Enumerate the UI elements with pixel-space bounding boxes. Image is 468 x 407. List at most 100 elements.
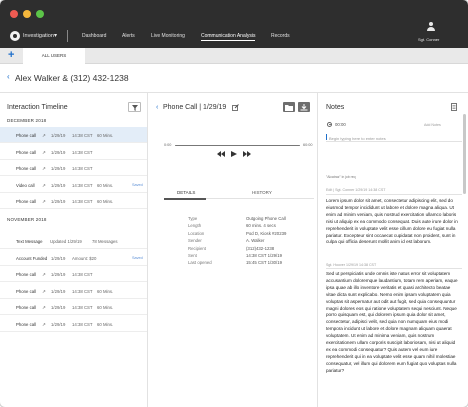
timeline-row-time: 14:38 CST xyxy=(72,149,93,155)
record-icon[interactable] xyxy=(327,121,332,127)
nav-divider xyxy=(67,30,68,42)
filter-button[interactable] xyxy=(128,102,141,112)
timeline-row[interactable]: Phone call ↗ 1/29/19 14:38 CST 60 Mins. xyxy=(0,193,147,209)
open-external-icon[interactable]: ↗ xyxy=(42,322,46,328)
window-minimize-dot[interactable] xyxy=(23,10,31,18)
timeline-title: Interaction Timeline xyxy=(7,104,68,111)
timeline-row-type: Phone call xyxy=(16,288,37,294)
timeline-row-time: 14:38 CST xyxy=(72,305,93,310)
timeline-row[interactable]: Video call ↗ 1/29/19 14:38 CST 60 Mins. Saved xyxy=(0,177,147,193)
timeline-row[interactable]: Phone call ↗ 1/29/19 14:38 CST 60 Mins. xyxy=(0,283,147,299)
detail-field-label: Length xyxy=(188,223,202,229)
open-external-icon[interactable]: ↗ xyxy=(42,199,46,205)
timeline-row-time: 14:38 CST xyxy=(72,199,93,204)
detail-back-icon[interactable]: ‹ xyxy=(156,104,158,111)
nav-dashboard[interactable]: Dashboard xyxy=(82,33,106,39)
nav-communication-analysis[interactable]: Communication Analysis xyxy=(201,33,256,41)
note-text-2: Sed ut perspiciatis unde omnis iste natu… xyxy=(326,271,458,373)
rewind-icon[interactable] xyxy=(217,151,225,157)
edit-icon[interactable] xyxy=(232,104,239,111)
play-icon[interactable] xyxy=(231,151,237,157)
fast-forward-icon[interactable] xyxy=(243,151,251,157)
add-notes-link[interactable]: Add Notes xyxy=(424,123,441,127)
timeline-row-time: 14:38 CST xyxy=(72,321,93,327)
timeline-row-date: 1/29/19 xyxy=(51,272,66,277)
timeline-row-date: 1/29/19 xyxy=(51,133,66,138)
folder-icon xyxy=(285,104,293,111)
timeline-row-date: 1/29/19 xyxy=(51,182,66,188)
timeline-row-detail: 60 Mins. xyxy=(97,199,114,204)
filter-icon xyxy=(132,104,138,111)
timeline-row[interactable]: Phone call ↗ 1/29/19 14:38 CST 60 Mins. xyxy=(0,316,147,332)
timeline-row-detail: 60 Mins. xyxy=(97,321,114,327)
detail-field-value: 14:38 CST 1/29/19 xyxy=(246,253,282,258)
timeline-row-time: 14:38 CST xyxy=(72,288,93,294)
app-logo-icon xyxy=(10,31,20,41)
note-divider xyxy=(326,194,462,195)
open-external-icon[interactable]: ↗ xyxy=(42,305,46,311)
user-avatar-icon[interactable] xyxy=(426,22,435,31)
note-meta-2: Sgt. Hoover 1/29/19 14:38 CST xyxy=(326,263,377,267)
open-external-icon[interactable]: ↗ xyxy=(42,166,46,172)
timeline-row-detail: Amount: $20 xyxy=(72,255,97,261)
timeline-row-date: 1/29/19 xyxy=(51,166,66,171)
playback-end-time: 60:00 xyxy=(303,143,313,147)
timeline-row[interactable]: Account Funded 1/29/19 Amount: $20 Saved xyxy=(0,250,147,266)
chevron-down-icon[interactable]: ▾ xyxy=(54,32,57,39)
nav-alerts[interactable]: Alerts xyxy=(122,33,135,39)
timeline-row-saved: Saved xyxy=(132,255,143,260)
window-close-dot[interactable] xyxy=(10,10,18,18)
user-name[interactable]: Sgt. Conner xyxy=(418,37,439,42)
timeline-row[interactable]: Text Message Updated 1/29/19 78 Messages xyxy=(0,233,147,249)
open-external-icon[interactable]: ↗ xyxy=(42,183,46,189)
open-external-icon[interactable]: ↗ xyxy=(42,150,46,156)
detail-panel xyxy=(148,93,318,407)
detail-field-value: 15:45 CST 1/30/19 xyxy=(246,260,282,266)
folder-button[interactable] xyxy=(283,102,295,112)
tab-all-users[interactable]: ALL USERS xyxy=(23,48,85,64)
timeline-row-type: Account Funded xyxy=(16,255,48,261)
timeline-row-date: 1/29/19 xyxy=(51,305,66,310)
timeline-row-detail: 60 Mins. xyxy=(97,288,114,294)
notes-input[interactable]: Begin typing here to enter notes xyxy=(326,132,462,142)
notes-scrollbar[interactable] xyxy=(463,114,466,194)
timeline-row[interactable]: Phone call ↗ 1/29/19 14:38 CST xyxy=(0,144,147,160)
timeline-month-header: DECEMBER 2018 xyxy=(7,118,47,123)
detail-title: Phone Call | 1/29/19 xyxy=(163,104,227,111)
detail-field-value: (312)432-1238 xyxy=(246,245,275,251)
timeline-row-date: 1/29/19 xyxy=(51,288,66,294)
timeline-row[interactable]: Phone call ↗ 1/29/19 14:38 CST 60 Mins. xyxy=(0,299,147,315)
timeline-row-time: 14:38 CST xyxy=(72,272,93,277)
open-external-icon[interactable]: ↗ xyxy=(42,289,46,295)
open-external-icon[interactable]: ↗ xyxy=(42,133,46,139)
timeline-row-date: 1/29/19 xyxy=(51,255,66,261)
timeline-row-type: Phone call xyxy=(16,133,37,138)
back-chevron-icon[interactable]: ‹ xyxy=(7,72,10,81)
timeline-row-time: 14:38 CST xyxy=(72,182,93,188)
detail-field-label: Recipient xyxy=(188,245,206,251)
note-meta-1[interactable]: Edit | Sgt. Conner 1/29/19 14:38 CST xyxy=(326,188,385,192)
timeline-row-type: Phone call xyxy=(16,199,37,204)
page-title: Alex Walker & (312) 432-1238 xyxy=(15,73,129,83)
timeline-row[interactable]: Phone call ↗ 1/29/19 14:38 CST 60 Mins. xyxy=(0,127,147,143)
app-window: Investigation ▾ Dashboard Alerts Live Mo… xyxy=(0,0,468,407)
timeline-row-time: 14:38 CST xyxy=(72,166,93,171)
timeline-row[interactable]: Phone call ↗ 1/29/19 14:38 CST xyxy=(0,266,147,282)
module-selector[interactable]: Investigation xyxy=(23,33,54,39)
playback-scrubber[interactable] xyxy=(175,144,300,147)
nav-records[interactable]: Records xyxy=(271,33,290,39)
timeline-row-saved: Saved xyxy=(132,182,143,187)
tab-details[interactable]: DETAILS xyxy=(177,190,195,195)
add-tab-button[interactable]: + xyxy=(8,49,14,61)
timeline-row-time: 14:38 CST xyxy=(72,133,93,138)
notes-tag: "Alcatraz" in job req xyxy=(326,175,356,179)
tab-history[interactable]: HISTORY xyxy=(252,190,272,195)
timeline-row[interactable]: Phone call ↗ 1/29/19 14:38 CST xyxy=(0,160,147,176)
timeline-row-date: Updated 1/29/19 xyxy=(50,239,82,244)
notes-document-icon[interactable] xyxy=(451,103,457,111)
nav-live-monitoring[interactable]: Live Monitoring xyxy=(151,33,185,39)
download-button[interactable] xyxy=(298,102,310,112)
notes-placeholder: Begin typing here to enter notes xyxy=(329,136,386,141)
window-maximize-dot[interactable] xyxy=(36,10,44,18)
open-external-icon[interactable]: ↗ xyxy=(42,272,46,278)
